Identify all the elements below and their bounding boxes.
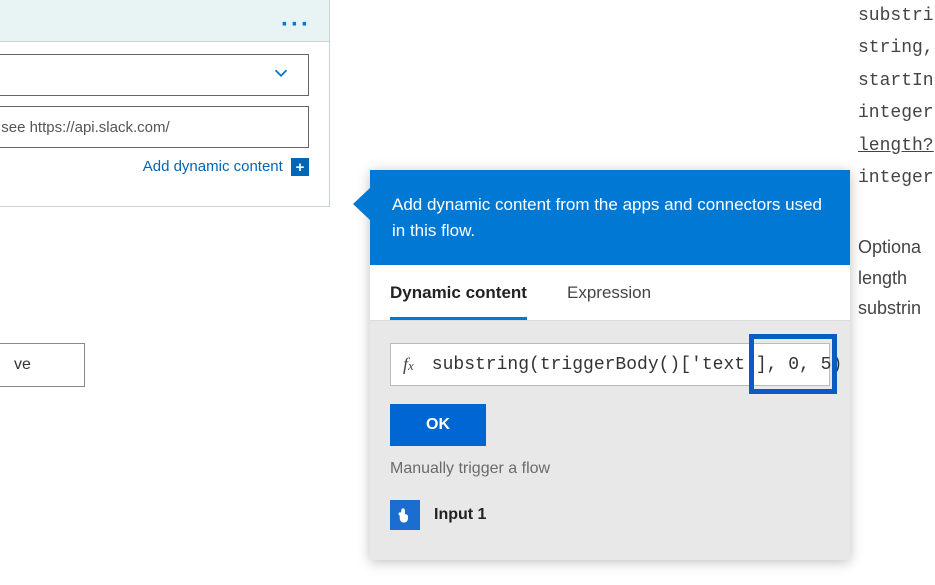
- syntax-hint-panel: substri string, startIn integer length? …: [858, 0, 935, 194]
- syntax-line: integer: [858, 97, 935, 129]
- dropdown-row: [0, 54, 309, 96]
- dynamic-content-item-label: Input 1: [434, 506, 486, 524]
- fx-icon: fx: [403, 354, 414, 375]
- tab-dynamic-content[interactable]: Dynamic content: [390, 265, 527, 320]
- more-options-button[interactable]: ···: [281, 11, 311, 39]
- syntax-desc-line: length: [858, 263, 935, 294]
- text-input-field[interactable]: tting options, see https://api.slack.com…: [0, 106, 309, 148]
- add-dynamic-content-label: Add dynamic content: [143, 158, 283, 175]
- syntax-desc-line: Optiona: [858, 232, 935, 263]
- action-card-header: ···: [0, 0, 329, 41]
- syntax-line: startIn: [858, 65, 935, 97]
- expression-area: fx substring(triggerBody()['text'], 0, 5…: [370, 321, 850, 560]
- trigger-section-title: Manually trigger a flow: [390, 460, 830, 478]
- flyout-tabs: Dynamic content Expression: [370, 265, 850, 321]
- expression-text: substring(triggerBody()['text'], 0, 5): [432, 355, 842, 375]
- flyout-callout-arrow: [353, 188, 370, 220]
- chevron-down-icon: [270, 62, 292, 88]
- flyout-header: Add dynamic content from the apps and co…: [370, 170, 850, 265]
- text-input-row: tting options, see https://api.slack.com…: [0, 106, 309, 148]
- syntax-line: substri: [858, 0, 935, 32]
- text-input-placeholder: tting options, see https://api.slack.com…: [0, 119, 170, 136]
- plus-icon: +: [291, 158, 309, 176]
- dynamic-content-flyout: Add dynamic content from the apps and co…: [370, 170, 850, 560]
- action-card: ··· tting options, see https://api.slack…: [0, 0, 330, 207]
- tab-expression[interactable]: Expression: [567, 265, 651, 320]
- save-button[interactable]: ve: [0, 343, 85, 387]
- ok-button[interactable]: OK: [390, 404, 486, 446]
- touch-icon: [390, 500, 420, 530]
- dropdown-field[interactable]: [0, 54, 309, 96]
- syntax-line: integer: [858, 162, 935, 194]
- syntax-description: Optiona length substrin: [858, 232, 935, 324]
- action-body: tting options, see https://api.slack.com…: [0, 41, 329, 206]
- syntax-line: length?: [858, 130, 935, 162]
- syntax-line: string,: [858, 32, 935, 64]
- expression-input[interactable]: fx substring(triggerBody()['text'], 0, 5…: [390, 343, 830, 386]
- save-button-label: ve: [14, 356, 31, 374]
- dynamic-content-item[interactable]: Input 1: [390, 492, 830, 538]
- syntax-desc-line: substrin: [858, 293, 935, 324]
- add-dynamic-content-link[interactable]: Add dynamic content +: [0, 158, 309, 176]
